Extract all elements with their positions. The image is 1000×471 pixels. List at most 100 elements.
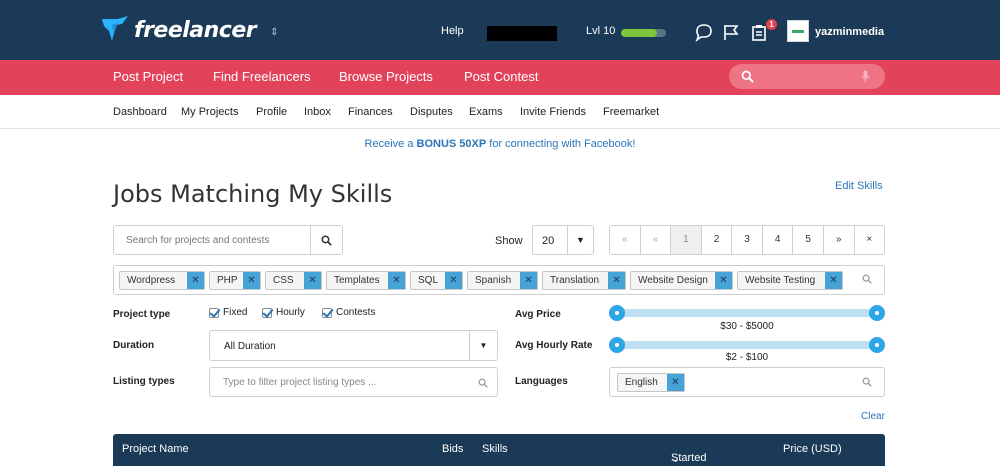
slider-min-handle[interactable] xyxy=(609,337,625,353)
help-link[interactable]: Help xyxy=(441,25,464,37)
listing-types-input[interactable] xyxy=(210,368,460,396)
slider-track xyxy=(617,309,877,317)
column-skills[interactable]: Skills xyxy=(482,443,508,455)
search-icon xyxy=(741,70,754,83)
chat-bubble-icon[interactable] xyxy=(694,22,714,42)
avg-hourly-slider[interactable] xyxy=(609,337,885,353)
show-label: Show xyxy=(495,235,523,247)
contests-checkbox[interactable]: Contests xyxy=(322,307,375,318)
contests-label: Contests xyxy=(336,307,376,318)
sort-down-icon: ⌄ xyxy=(671,453,681,465)
avg-price-range: $30 - $5000 xyxy=(720,321,774,332)
skill-tags-input[interactable]: Wordpress ✕ PHP ✕ CSS ✕ Templates ✕ SQL ✕ Spa… xyxy=(113,265,885,295)
avg-hourly-label: Avg Hourly Rate xyxy=(515,340,593,351)
nav-browse-projects[interactable]: Browse Projects xyxy=(339,69,433,84)
skill-tag: CSS ✕ xyxy=(265,271,322,290)
page-first[interactable]: « xyxy=(610,226,641,254)
logo-caret-icon[interactable]: ⇕ xyxy=(270,27,278,38)
nav-post-contest[interactable]: Post Contest xyxy=(464,69,538,84)
column-price[interactable]: Price (USD) xyxy=(783,443,842,455)
nav-find-freelancers[interactable]: Find Freelancers xyxy=(213,69,311,84)
skill-tag-label: SQL xyxy=(418,275,439,286)
skill-tag-label: Translation xyxy=(550,275,600,286)
table-header: Project Name Bids Skills Started ⌄ Price… xyxy=(113,434,885,466)
remove-tag-icon[interactable]: ✕ xyxy=(243,272,260,289)
page-3[interactable]: 3 xyxy=(732,226,763,254)
clear-filters-link[interactable]: Clear xyxy=(861,411,885,422)
remove-tag-icon[interactable]: ✕ xyxy=(608,272,625,289)
search-icon xyxy=(321,235,332,246)
avatar[interactable] xyxy=(787,20,809,42)
fixed-label: Fixed xyxy=(223,307,248,318)
skill-tag-label: PHP xyxy=(217,275,238,286)
remove-tag-icon[interactable]: ✕ xyxy=(187,272,204,289)
remove-tag-icon[interactable]: ✕ xyxy=(667,374,684,391)
page-next[interactable]: » xyxy=(824,226,855,254)
subnav-dashboard[interactable]: Dashboard xyxy=(113,106,167,118)
page-5[interactable]: 5 xyxy=(793,226,824,254)
page-1[interactable]: 1 xyxy=(671,226,702,254)
avg-hourly-range: $2 - $100 xyxy=(725,352,769,363)
slider-min-handle[interactable] xyxy=(609,305,625,321)
search-icon xyxy=(862,377,872,387)
skill-tag: Templates ✕ xyxy=(326,271,406,290)
remove-tag-icon[interactable]: ✕ xyxy=(445,272,462,289)
notification-badge: 1 xyxy=(766,19,777,30)
global-search-input[interactable] xyxy=(729,64,885,89)
pagination: « « 1 2 3 4 5 » × xyxy=(609,225,885,255)
avg-price-slider[interactable] xyxy=(609,305,885,321)
remove-tag-icon[interactable]: ✕ xyxy=(715,272,732,289)
page-prev[interactable]: « xyxy=(641,226,672,254)
level-progress-bar xyxy=(621,29,666,37)
subnav-inbox[interactable]: Inbox xyxy=(304,106,331,118)
skill-tag-label: Website Design xyxy=(638,275,708,286)
checkbox-checked-icon xyxy=(262,307,272,318)
slider-max-handle[interactable] xyxy=(869,305,885,321)
slider-track xyxy=(617,341,877,349)
fixed-checkbox[interactable]: Fixed xyxy=(209,307,247,318)
languages-input[interactable]: English ✕ xyxy=(609,367,885,397)
project-search xyxy=(113,225,343,255)
checkbox-checked-icon xyxy=(209,307,219,318)
subnav-disputes[interactable]: Disputes xyxy=(410,106,453,118)
chevron-down-icon: ▼ xyxy=(469,331,497,360)
column-project-name[interactable]: Project Name xyxy=(122,443,189,455)
page-clear[interactable]: × xyxy=(855,226,885,254)
language-tag-label: English xyxy=(625,377,658,388)
column-bids[interactable]: Bids xyxy=(442,443,463,455)
skill-tag-label: Templates xyxy=(334,275,380,286)
subnav-freemarket[interactable]: Freemarket xyxy=(603,106,659,118)
remove-tag-icon[interactable]: ✕ xyxy=(388,272,405,289)
edit-skills-link[interactable]: Edit Skills xyxy=(835,180,883,192)
show-count-select[interactable]: 20 ▼ xyxy=(532,225,594,255)
remove-tag-icon[interactable]: ✕ xyxy=(825,272,842,289)
remove-tag-icon[interactable]: ✕ xyxy=(304,272,321,289)
project-search-input[interactable] xyxy=(114,226,310,254)
subnav-invite-friends[interactable]: Invite Friends xyxy=(520,106,586,118)
flag-icon[interactable] xyxy=(721,22,741,42)
logo[interactable]: freelancer ⇕ xyxy=(100,12,279,48)
page-2[interactable]: 2 xyxy=(702,226,733,254)
subnav-finances[interactable]: Finances xyxy=(348,106,393,118)
skill-tag: SQL ✕ xyxy=(410,271,463,290)
subnav-profile[interactable]: Profile xyxy=(256,106,287,118)
promo-suffix: for connecting with Facebook! xyxy=(486,138,636,150)
facebook-promo-link[interactable]: Receive a BONUS 50XP for connecting with… xyxy=(0,138,1000,150)
chevron-down-icon: ▼ xyxy=(567,226,593,254)
subnav-my-projects[interactable]: My Projects xyxy=(181,106,238,118)
subnav-exams[interactable]: Exams xyxy=(469,106,503,118)
hourly-label: Hourly xyxy=(276,307,305,318)
skill-tag-label: Spanish xyxy=(475,275,512,286)
duration-select[interactable]: All Duration ▼ xyxy=(209,330,498,361)
username[interactable]: yazminmedia xyxy=(815,26,884,38)
avg-price-label: Avg Price xyxy=(515,309,561,320)
microphone-icon[interactable] xyxy=(861,70,870,83)
search-button[interactable] xyxy=(310,226,342,254)
hourly-checkbox[interactable]: Hourly xyxy=(262,307,305,318)
remove-tag-icon[interactable]: ✕ xyxy=(520,272,537,289)
duration-value: All Duration xyxy=(224,341,276,352)
level-label: Lvl 10 xyxy=(586,25,616,37)
slider-max-handle[interactable] xyxy=(869,337,885,353)
nav-post-project[interactable]: Post Project xyxy=(113,69,183,84)
page-4[interactable]: 4 xyxy=(763,226,794,254)
